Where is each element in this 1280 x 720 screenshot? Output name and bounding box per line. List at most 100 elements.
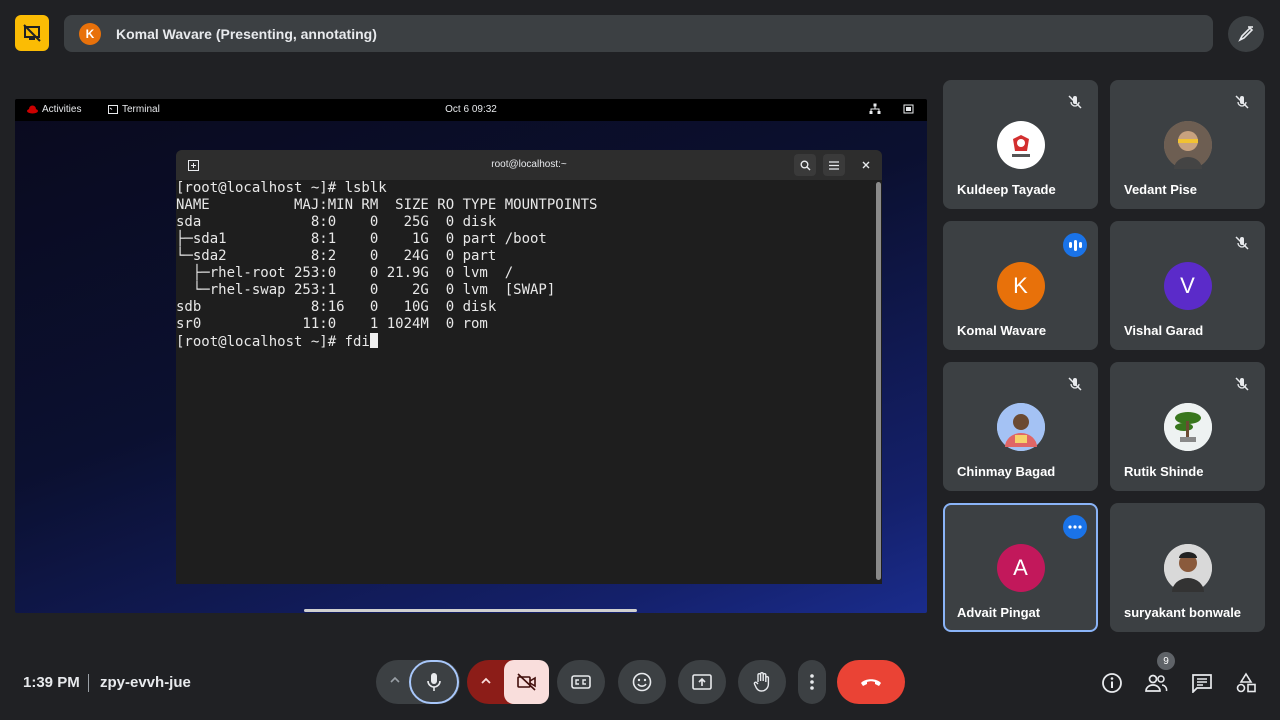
presenter-avatar: K [79, 22, 101, 45]
audio-options-chevron-icon[interactable] [388, 673, 402, 692]
screen-scroll-indicator [304, 609, 637, 612]
photo-avatar-icon [1163, 544, 1212, 592]
camera-toggle-button[interactable] [504, 660, 549, 704]
people-count-badge: 9 [1157, 652, 1175, 670]
terminal-search-button[interactable] [794, 154, 816, 176]
stop-presenting-icon[interactable] [15, 15, 49, 51]
meeting-details-button[interactable] [1099, 670, 1125, 696]
chat-icon [1192, 674, 1212, 693]
mic-off-icon [1068, 377, 1082, 391]
participant-avatar [1163, 121, 1212, 169]
participant-name: Rutik Shinde [1124, 464, 1204, 479]
people-icon [1145, 674, 1168, 692]
mic-off-icon [1068, 95, 1082, 109]
terminal-line: NAME MAJ:MIN RM SIZE RO TYPE MOUNTPOINTS [176, 197, 598, 213]
presenting-label: Komal Wavare (Presenting, annotating) [116, 25, 377, 42]
video-options-group [467, 660, 549, 704]
network-icon[interactable] [869, 103, 881, 118]
more-options-button[interactable] [1063, 515, 1087, 539]
participant-name: Chinmay Bagad [957, 464, 1056, 479]
search-icon [800, 160, 810, 170]
info-icon [1102, 673, 1122, 693]
annotate-pen-button[interactable] [1228, 16, 1264, 52]
participant-avatar [996, 121, 1045, 169]
more-horiz-icon [1068, 525, 1082, 529]
people-button[interactable] [1143, 670, 1169, 696]
mic-icon [427, 673, 441, 691]
participant-name: Komal Wavare [957, 323, 1047, 338]
mic-off-icon [1235, 95, 1249, 109]
terminal-scrollbar[interactable] [876, 182, 881, 580]
present-screen-button[interactable] [678, 660, 726, 704]
activities-shapes-icon [1236, 672, 1256, 693]
terminal-prompt: [root@localhost ~]# fdi [176, 334, 370, 350]
more-options-button[interactable] [798, 660, 826, 704]
raise-hand-button[interactable] [738, 660, 786, 704]
mic-off-icon [1235, 377, 1249, 391]
participant-avatar: K [996, 262, 1045, 310]
more-vert-icon [810, 674, 814, 690]
shared-screen: Activities Terminal Oct 6 09:32 root@loc… [15, 99, 927, 613]
call-end-icon [861, 679, 881, 686]
presenting-banner: K Komal Wavare (Presenting, annotating) [64, 15, 1213, 52]
participant-name: Advait Pingat [957, 605, 1041, 620]
terminal-cursor [369, 333, 378, 348]
terminal-line: sdb 8:16 0 10G 0 disk [176, 299, 497, 315]
terminal-titlebar[interactable]: root@localhost:~ [176, 150, 882, 180]
activities-button[interactable] [1233, 670, 1259, 696]
chat-button[interactable] [1189, 670, 1215, 696]
terminal-line: ├─sda1 8:1 0 1G 0 part /boot [176, 231, 547, 247]
participant-name: suryakant bonwale [1124, 605, 1242, 620]
hamburger-icon [829, 160, 839, 170]
logo-avatar-icon [1011, 135, 1030, 157]
photo-avatar-icon [996, 403, 1045, 451]
terminal-title: root@localhost:~ [491, 159, 567, 170]
leave-call-button[interactable] [837, 660, 905, 704]
participant-avatar [1163, 403, 1212, 451]
terminal-line: sda 8:0 0 25G 0 disk [176, 214, 497, 230]
reactions-button[interactable] [618, 660, 666, 704]
participant-tile[interactable]: V Vishal Garad [1110, 221, 1265, 350]
participant-avatar [996, 403, 1045, 451]
participant-name: Kuldeep Tayade [957, 182, 1056, 197]
gnome-clock[interactable]: Oct 6 09:32 [15, 104, 927, 115]
participant-tile[interactable]: Chinmay Bagad [943, 362, 1098, 491]
terminal-close-button[interactable] [855, 154, 877, 176]
participant-tile[interactable]: K Komal Wavare [943, 221, 1098, 350]
meeting-code: zpy-evvh-jue [100, 674, 191, 691]
participant-avatar: A [996, 544, 1045, 592]
microphone-button[interactable] [409, 660, 459, 704]
participant-tile[interactable]: Kuldeep Tayade [943, 80, 1098, 209]
terminal-line: ├─rhel-root 253:0 0 21.9G 0 lvm / [176, 265, 514, 281]
participant-tile-selected[interactable]: A Advait Pingat [943, 503, 1098, 632]
terminal-prompt-line: [root@localhost ~]# fdi [176, 333, 882, 351]
hand-icon [753, 672, 770, 692]
mic-off-icon [1235, 236, 1249, 250]
participant-name: Vedant Pise [1124, 182, 1197, 197]
emoji-icon [632, 672, 652, 692]
participant-avatar [1163, 544, 1212, 592]
closed-captions-icon [571, 675, 591, 689]
participant-tile[interactable]: Rutik Shinde [1110, 362, 1265, 491]
participant-avatar: V [1163, 262, 1212, 310]
power-icon[interactable] [903, 103, 915, 118]
terminal-menu-button[interactable] [823, 154, 845, 176]
terminal-window[interactable]: root@localhost:~ [root@localhost ~]# lsb… [176, 150, 882, 584]
video-options-chevron-icon[interactable] [479, 674, 493, 693]
participant-tile[interactable]: suryakant bonwale [1110, 503, 1265, 632]
terminal-line: [root@localhost ~]# lsblk [176, 180, 387, 196]
terminal-output[interactable]: [root@localhost ~]# lsblk NAME MAJ:MIN RM… [176, 180, 882, 351]
close-icon [862, 161, 870, 169]
gnome-top-bar: Activities Terminal Oct 6 09:32 [15, 99, 927, 121]
footer-divider [88, 674, 89, 692]
audio-options-group [376, 660, 460, 704]
speaking-indicator-icon [1063, 233, 1087, 257]
participant-tile[interactable]: Vedant Pise [1110, 80, 1265, 209]
photo-avatar-icon [1163, 121, 1212, 169]
bonsai-avatar-icon [1163, 403, 1212, 451]
terminal-line: sr0 11:0 1 1024M 0 rom [176, 316, 488, 332]
present-to-all-icon [692, 674, 712, 690]
participant-name: Vishal Garad [1124, 323, 1204, 338]
captions-button[interactable] [557, 660, 605, 704]
terminal-line: └─rhel-swap 253:1 0 2G 0 lvm [SWAP] [176, 282, 556, 298]
